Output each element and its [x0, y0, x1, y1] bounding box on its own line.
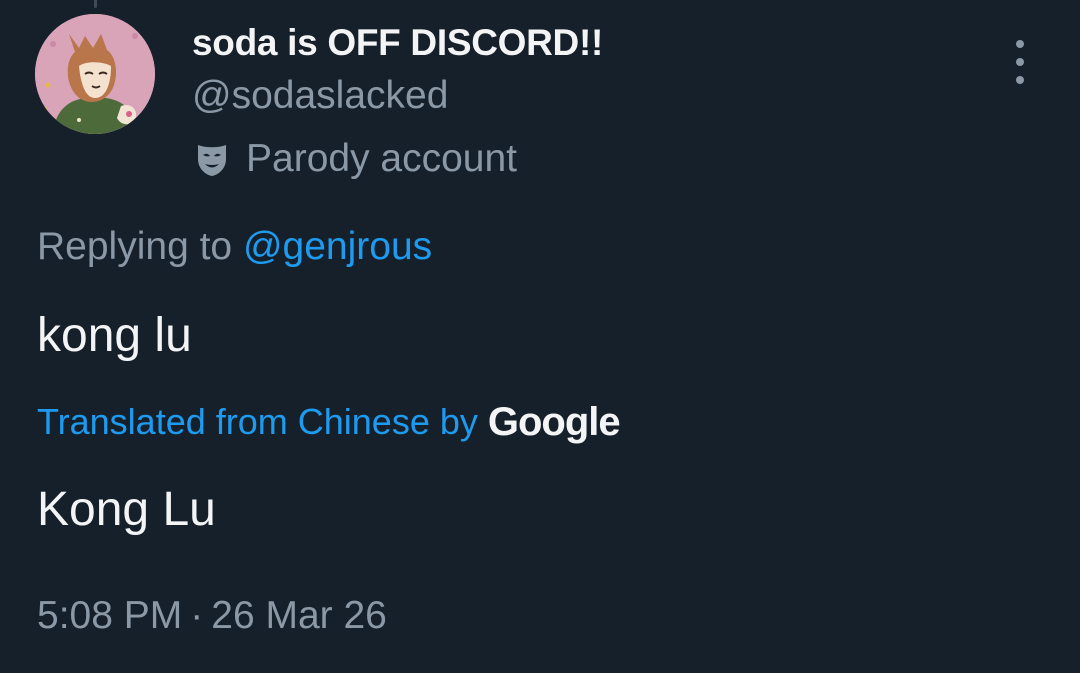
thread-connector-line	[94, 0, 97, 8]
parody-label: Parody account	[246, 137, 518, 180]
timestamp: 5:08 PM · 26 Mar 26	[37, 594, 387, 638]
reply-mention-link[interactable]: @genjrous	[243, 225, 432, 268]
user-handle[interactable]: @sodaslacked	[192, 74, 448, 118]
translation-attribution: Translated from Chinese by Google	[37, 398, 621, 446]
google-logo: Google	[487, 399, 621, 444]
translated-text: Kong Lu	[37, 483, 216, 536]
more-vertical-icon	[1016, 40, 1024, 48]
more-options-button[interactable]	[1000, 40, 1040, 84]
translation-link[interactable]: Translated from Chinese by	[37, 401, 478, 443]
theater-mask-icon	[192, 139, 232, 179]
display-name[interactable]: soda is OFF DISCORD!!	[192, 22, 603, 64]
replying-to: Replying to @genjrous	[37, 225, 432, 269]
timestamp-separator: ·	[190, 594, 204, 637]
timestamp-date[interactable]: 26 Mar 26	[211, 594, 387, 637]
timestamp-time[interactable]: 5:08 PM	[37, 594, 182, 637]
parody-badge: Parody account	[192, 136, 517, 182]
tweet-text: kong lu	[37, 309, 192, 362]
avatar[interactable]	[35, 14, 155, 134]
replying-to-label: Replying to	[37, 225, 243, 268]
avatar-image	[35, 14, 155, 134]
